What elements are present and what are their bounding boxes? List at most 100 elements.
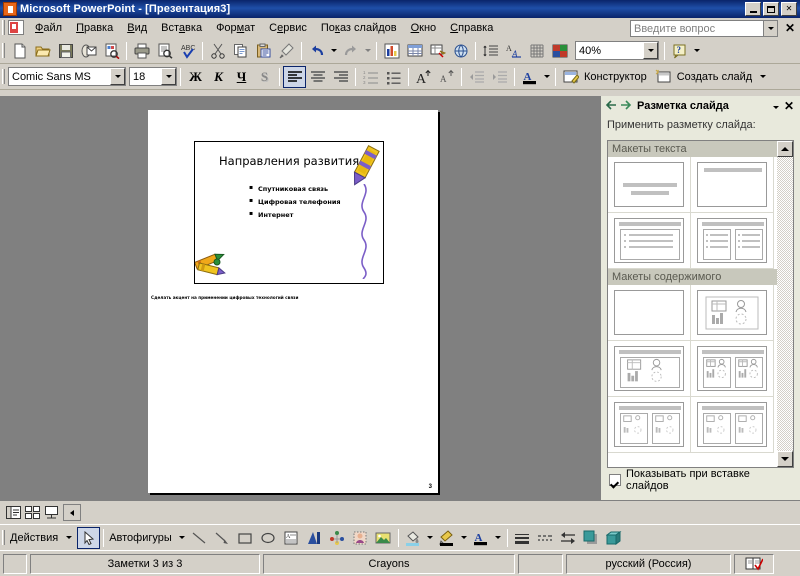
- new-document-icon[interactable]: [8, 40, 31, 62]
- bulleted-list-icon[interactable]: [382, 66, 405, 88]
- clipart-icon[interactable]: [349, 527, 372, 549]
- align-right-icon[interactable]: [329, 66, 352, 88]
- show-formatting-icon[interactable]: AA: [502, 40, 525, 62]
- layout-title-and-two-text[interactable]: [691, 213, 774, 269]
- design-icon[interactable]: [559, 66, 582, 88]
- line-style-icon[interactable]: [511, 527, 534, 549]
- email-icon[interactable]: [77, 40, 100, 62]
- align-center-icon[interactable]: [306, 66, 329, 88]
- table-icon[interactable]: [403, 40, 426, 62]
- task-pane-scroll-up-button[interactable]: [777, 141, 793, 157]
- diagram-icon[interactable]: [326, 527, 349, 549]
- chevron-down-icon[interactable]: [768, 100, 784, 112]
- arrow-icon[interactable]: [211, 527, 234, 549]
- underline-button[interactable]: Ч: [230, 66, 253, 88]
- arrow-style-icon[interactable]: [557, 527, 580, 549]
- task-pane-scroll-down-button[interactable]: [777, 451, 793, 467]
- line-color-icon[interactable]: [436, 527, 459, 549]
- document-icon[interactable]: [8, 20, 24, 35]
- numbered-list-icon[interactable]: 123: [359, 66, 382, 88]
- design-label[interactable]: Конструктор: [582, 71, 652, 83]
- layout-title-only[interactable]: [691, 157, 774, 213]
- paste-icon[interactable]: [252, 40, 275, 62]
- help-icon[interactable]: ?: [668, 40, 691, 62]
- menu-item-edit[interactable]: Правка: [69, 20, 120, 36]
- shadow-style-icon[interactable]: [580, 527, 603, 549]
- text-box-icon[interactable]: A: [280, 527, 303, 549]
- notes-text[interactable]: Сделать акцент на применении цифровых те…: [151, 295, 434, 301]
- redo-icon[interactable]: [339, 40, 362, 62]
- task-pane-scrollbar[interactable]: [777, 141, 793, 467]
- align-left-icon[interactable]: [283, 65, 306, 88]
- font-color-dropdown-icon[interactable]: [541, 66, 552, 88]
- collapse-pane-button[interactable]: [63, 504, 81, 521]
- menu-item-help[interactable]: Справка: [443, 20, 500, 36]
- fill-color-icon[interactable]: [402, 527, 425, 549]
- layout-blank[interactable]: [608, 285, 691, 341]
- layout-title-and-content[interactable]: [608, 341, 691, 397]
- increase-font-icon[interactable]: A: [412, 66, 435, 88]
- slide-layout-list[interactable]: Макеты текста Макеты содержимого: [607, 140, 794, 468]
- menu-item-window[interactable]: Окно: [404, 20, 444, 36]
- maximize-button[interactable]: [763, 2, 779, 16]
- hyperlink-icon[interactable]: [449, 40, 472, 62]
- rectangle-icon[interactable]: [234, 527, 257, 549]
- menu-item-format[interactable]: Формат: [209, 20, 262, 36]
- toolbar-overflow-icon[interactable]: [691, 40, 702, 62]
- show-on-insert-checkbox[interactable]: [609, 474, 621, 486]
- oval-icon[interactable]: [257, 527, 280, 549]
- decrease-font-icon[interactable]: A: [435, 66, 458, 88]
- font-name-dropdown-button[interactable]: [110, 68, 125, 85]
- outline-pane[interactable]: [0, 96, 8, 500]
- menu-item-slideshow[interactable]: Показ слайдов: [314, 20, 404, 36]
- spellcheck-book-icon[interactable]: [734, 553, 774, 574]
- close-icon[interactable]: ✕: [784, 99, 796, 113]
- formatting-overflow-icon[interactable]: [757, 66, 768, 88]
- design-template-status[interactable]: Crayons: [263, 553, 515, 574]
- fill-color-dropdown-icon[interactable]: [425, 527, 436, 549]
- menu-item-file[interactable]: Файл: [28, 20, 69, 36]
- slide-thumbnail[interactable]: Направления развития Спутниковая связь Ц…: [194, 141, 384, 284]
- font-color-icon[interactable]: A: [518, 66, 541, 88]
- new-slide-label[interactable]: Создать слайд: [675, 71, 757, 83]
- menu-item-tools[interactable]: Сервис: [262, 20, 314, 36]
- layout-title-and-two-content[interactable]: [691, 341, 774, 397]
- layout-title-and-text[interactable]: [608, 213, 691, 269]
- color-scheme-icon[interactable]: [548, 40, 571, 62]
- font-size-combo[interactable]: 18: [129, 67, 177, 86]
- font-color-icon[interactable]: A: [470, 527, 493, 549]
- menu-item-view[interactable]: Вид: [120, 20, 154, 36]
- shadow-button[interactable]: S: [253, 66, 276, 88]
- save-icon[interactable]: [54, 40, 77, 62]
- actions-dropdown-icon[interactable]: [63, 527, 74, 549]
- dash-style-icon[interactable]: [534, 527, 557, 549]
- menu-grip[interactable]: [2, 20, 5, 35]
- close-button[interactable]: ✕: [781, 2, 797, 16]
- cut-icon[interactable]: [206, 40, 229, 62]
- zoom-dropdown-button[interactable]: [643, 42, 658, 59]
- ask-a-question-box[interactable]: Введите вопрос: [630, 20, 778, 37]
- show-on-insert-row[interactable]: Показывать при вставке слайдов: [609, 468, 794, 492]
- expand-all-icon[interactable]: [479, 40, 502, 62]
- layout-title-and-four-content[interactable]: [608, 397, 691, 453]
- picture-icon[interactable]: [372, 527, 395, 549]
- print-preview-icon[interactable]: [153, 40, 176, 62]
- slide-sorter-view-button[interactable]: [23, 504, 41, 521]
- bold-button[interactable]: Ж: [184, 66, 207, 88]
- autoshapes-dropdown-icon[interactable]: [177, 527, 188, 549]
- layout-content[interactable]: [691, 285, 774, 341]
- actions-menu[interactable]: Действия: [8, 532, 63, 544]
- autoshapes-menu[interactable]: Автофигуры: [107, 532, 177, 544]
- spellcheck-icon[interactable]: ABC: [176, 40, 199, 62]
- format-painter-icon[interactable]: [275, 40, 298, 62]
- chevron-down-icon[interactable]: [763, 21, 777, 36]
- layout-title-and-content-over-text[interactable]: [691, 397, 774, 453]
- 3d-style-icon[interactable]: [603, 527, 626, 549]
- normal-view-button[interactable]: [4, 504, 22, 521]
- open-folder-icon[interactable]: [31, 40, 54, 62]
- language-status[interactable]: русский (Россия): [566, 553, 731, 574]
- select-arrow-icon[interactable]: [77, 526, 101, 549]
- line-icon[interactable]: [188, 527, 211, 549]
- redo-dropdown-icon[interactable]: [362, 40, 373, 62]
- italic-button[interactable]: К: [207, 66, 230, 88]
